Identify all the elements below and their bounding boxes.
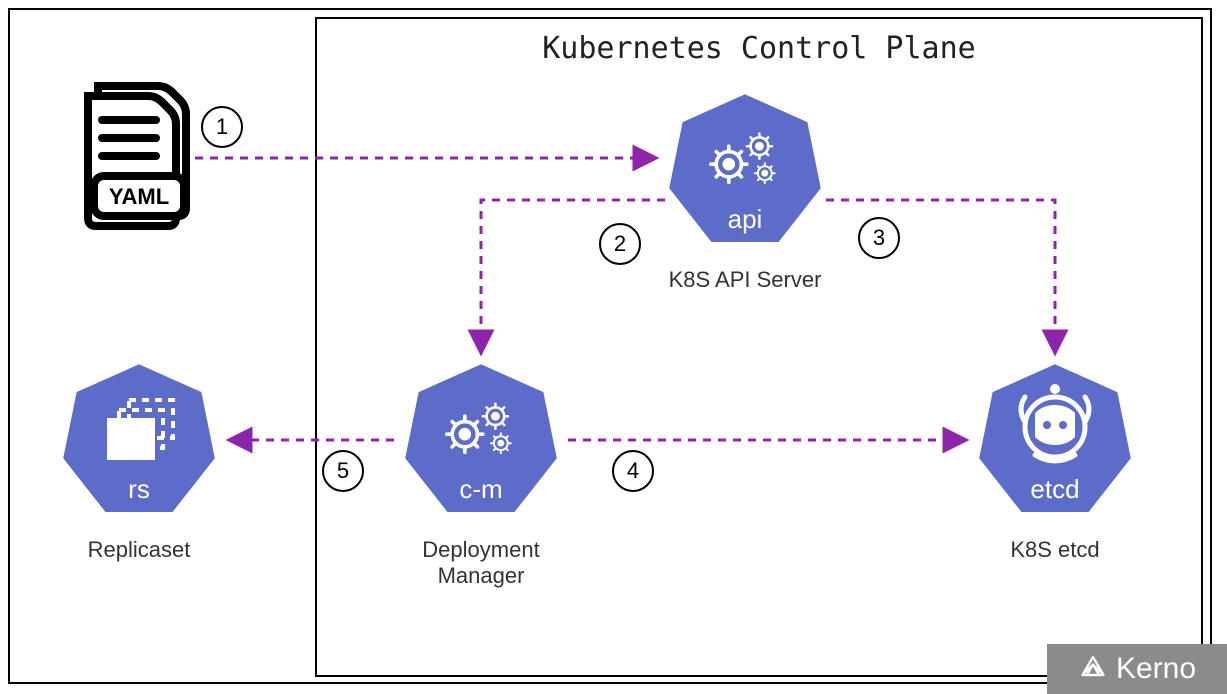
etcd-node: etcd [970,355,1140,525]
diagram-canvas: Kubernetes Control Plane YAML [0,0,1227,694]
step-5: 5 [322,450,364,492]
api-server-node: api [660,85,830,255]
yaml-file-icon: YAML [70,80,200,245]
kerno-brand-text: Kerno [1116,652,1196,686]
etcd-inner-label: etcd [970,474,1140,505]
control-plane-title: Kubernetes Control Plane [317,31,1201,66]
replicaset-node: rs [54,355,224,525]
kerno-logo-icon [1078,654,1108,684]
rs-inner-label: rs [54,474,224,505]
api-inner-label: api [660,204,830,235]
rs-caption: Replicaset [54,537,224,563]
cm-caption2: Manager [396,563,566,589]
cm-caption1: Deployment [396,537,566,563]
step-3: 3 [858,217,900,259]
step-1: 1 [201,106,243,148]
deployment-manager-node: c-m [396,355,566,525]
etcd-caption: K8S etcd [970,537,1140,563]
yaml-badge-text: YAML [109,184,169,209]
api-caption: K8S API Server [645,267,845,293]
kerno-brand-badge: Kerno [1047,644,1227,694]
step-4: 4 [612,450,654,492]
cm-inner-label: c-m [396,474,566,505]
step-2: 2 [599,223,641,265]
